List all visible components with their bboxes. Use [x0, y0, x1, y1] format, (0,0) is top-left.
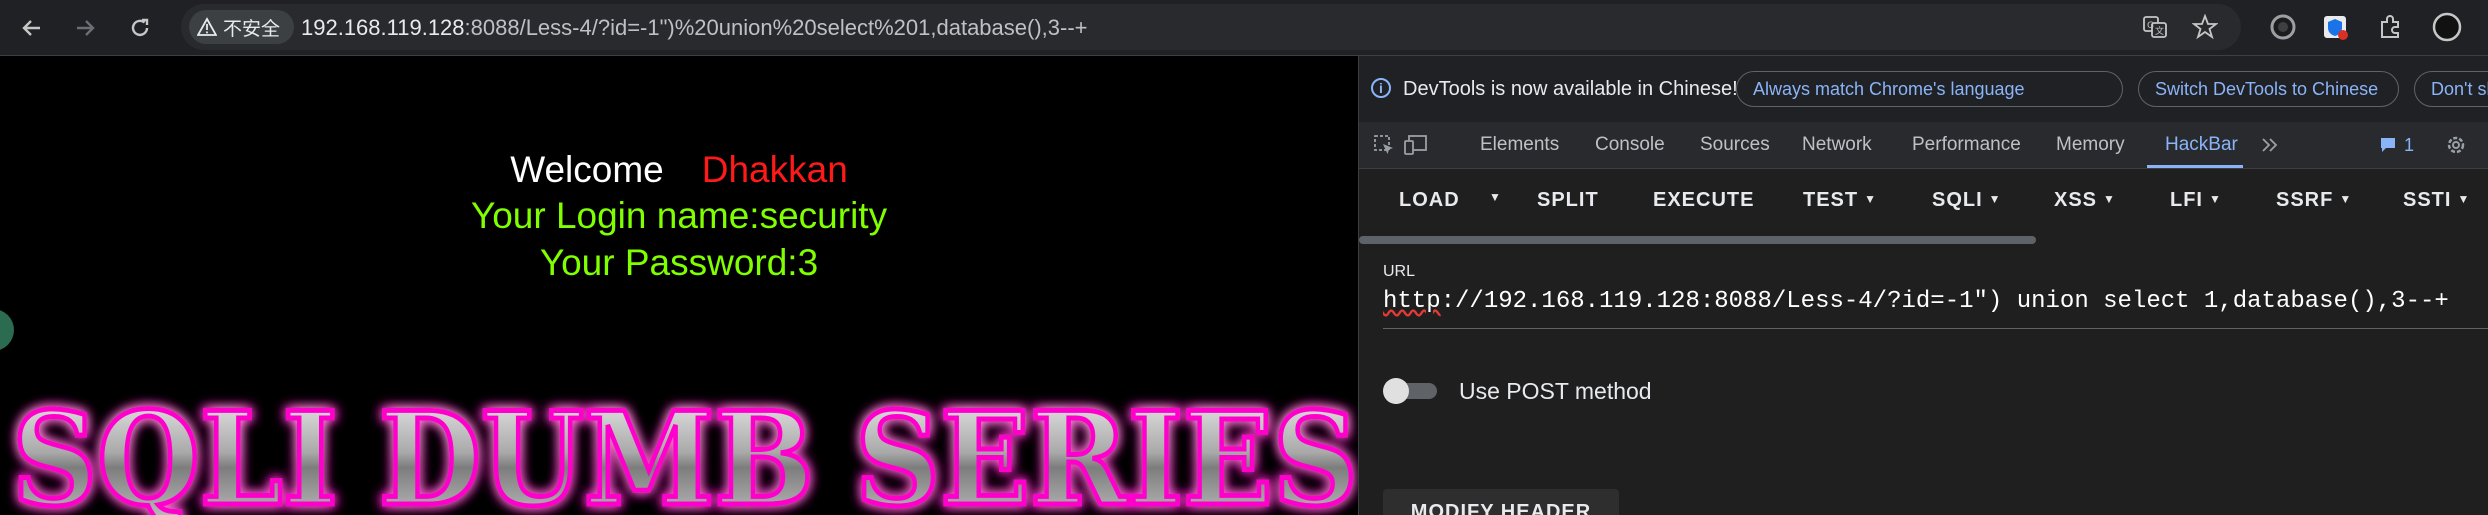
- url-host: 192.168.119.128: [301, 15, 465, 40]
- side-float-button[interactable]: [0, 309, 14, 351]
- security-label: 不安全: [223, 18, 281, 40]
- caret-down-icon: ▼: [1864, 192, 1878, 206]
- url-textarea[interactable]: http://192.168.119.128:8088/Less-4/?id=-…: [1383, 288, 2488, 315]
- url-field-label: URL: [1383, 263, 1416, 280]
- lfi-label: LFI: [2170, 189, 2203, 211]
- tab-network[interactable]: Network: [1802, 134, 1872, 156]
- warning-icon: [197, 17, 217, 36]
- tab-memory[interactable]: Memory: [2056, 134, 2125, 156]
- translate-icon[interactable]: G文: [2139, 11, 2171, 43]
- login-name-line: Your Login name:security: [470, 195, 888, 236]
- execute-button[interactable]: EXECUTE: [1653, 189, 1754, 212]
- issues-count: 1: [2403, 134, 2414, 155]
- address-text[interactable]: 192.168.119.128:8088/Less-4/?id=-1")%20u…: [301, 15, 1088, 41]
- reload-icon: [131, 18, 149, 37]
- password-line: Your Password:3: [539, 242, 819, 283]
- ssti-menu-button[interactable]: SSTI ▼: [2403, 189, 2470, 212]
- hackbar-scrollbar-thumb[interactable]: [1359, 236, 2036, 244]
- switch-to-chinese-button[interactable]: Switch DevTools to Chinese: [2138, 71, 2399, 107]
- infobar-message: DevTools is now available in Chinese!: [1403, 78, 1738, 100]
- issues-badge[interactable]: 1: [2371, 132, 2421, 158]
- extension-circle-icon[interactable]: [2266, 10, 2300, 44]
- tab-hackbar[interactable]: HackBar: [2165, 134, 2238, 156]
- info-icon: i: [1371, 78, 1391, 98]
- address-bar[interactable]: 不安全 192.168.119.128:8088/Less-4/?id=-1")…: [181, 4, 2241, 50]
- hackbar-toolbar: LOAD ▼ SPLIT EXECUTE TEST ▼ SQLI ▼ XSS ▼ LF…: [1359, 169, 2488, 233]
- welcome-line: Welcome Dhakkan: [0, 149, 1358, 191]
- xss-menu-button[interactable]: XSS ▼: [2054, 189, 2116, 212]
- post-method-toggle[interactable]: [1383, 378, 1441, 404]
- test-label: TEST: [1803, 189, 1859, 211]
- sqli-label: SQLI: [1932, 189, 1983, 211]
- ssti-label: SSTI: [2403, 189, 2452, 211]
- xss-label: XSS: [2054, 189, 2098, 211]
- split-button[interactable]: SPLIT: [1537, 189, 1599, 212]
- toggle-knob: [1383, 378, 1409, 404]
- caret-down-icon: ▼: [2457, 192, 2471, 206]
- tab-console[interactable]: Console: [1595, 134, 1665, 156]
- load-button[interactable]: LOAD: [1399, 189, 1460, 212]
- svg-text:G: G: [2147, 21, 2154, 31]
- svg-text:文: 文: [2155, 25, 2164, 37]
- ssrf-menu-button[interactable]: SSRF ▼: [2276, 189, 2352, 212]
- extensions-puzzle-icon[interactable]: [2373, 10, 2407, 44]
- profile-avatar[interactable]: [2430, 10, 2464, 44]
- ssrf-label: SSRF: [2276, 189, 2334, 211]
- tab-sources[interactable]: Sources: [1700, 134, 1770, 156]
- bookmark-star-icon[interactable]: [2189, 11, 2221, 43]
- load-dropdown-button[interactable]: ▼: [1483, 187, 1502, 210]
- settings-gear-icon[interactable]: [2443, 132, 2469, 158]
- url-field-underline: [1383, 328, 2488, 329]
- tab-elements[interactable]: Elements: [1480, 134, 1559, 156]
- test-menu-button[interactable]: TEST ▼: [1803, 189, 1877, 212]
- modify-header-button[interactable]: MODIFY HEADER: [1383, 489, 1619, 515]
- caret-down-icon: ▼: [1489, 190, 1502, 204]
- browser-toolbar: 不安全 192.168.119.128:8088/Less-4/?id=-1")…: [0, 0, 2488, 56]
- devtools-panel: i DevTools is now available in Chinese! …: [1358, 56, 2488, 515]
- url-scheme: http: [1383, 288, 1441, 315]
- caret-down-icon: ▼: [2339, 192, 2353, 206]
- always-match-language-button[interactable]: Always match Chrome's language: [1736, 71, 2123, 107]
- caret-down-icon: ▼: [2209, 192, 2222, 206]
- sqli-dumb-series-banner: SQLI DUMB SERIES: [10, 383, 1359, 515]
- post-method-label: Use POST method: [1459, 378, 1652, 404]
- active-tab-indicator: [2147, 165, 2243, 168]
- inspect-element-icon[interactable]: [1371, 132, 1397, 158]
- extension-shield-icon[interactable]: [2318, 10, 2352, 44]
- welcome-text: Welcome: [510, 149, 664, 190]
- tab-performance[interactable]: Performance: [1912, 134, 2021, 156]
- sqli-menu-button[interactable]: SQLI ▼: [1932, 189, 2002, 212]
- issues-message-icon: [2380, 138, 2395, 152]
- reload-button[interactable]: [120, 8, 160, 48]
- device-toolbar-icon[interactable]: [1403, 132, 1429, 158]
- web-page-viewport: Welcome Dhakkan Your Login name:security …: [0, 56, 1358, 515]
- forward-button[interactable]: [65, 8, 105, 48]
- welcome-name: Dhakkan: [701, 149, 848, 190]
- security-chip[interactable]: 不安全: [189, 10, 295, 44]
- back-button[interactable]: [12, 8, 52, 48]
- dont-show-again-button[interactable]: Don't show again: [2414, 71, 2488, 107]
- forward-arrow-icon: [77, 20, 95, 36]
- more-tabs-chevron-icon[interactable]: [2257, 132, 2283, 158]
- devtools-tab-bar: Elements Console Sources Network Perform…: [1359, 122, 2488, 169]
- banner-text: SQLI DUMB SERIES: [12, 385, 1358, 515]
- devtools-language-infobar: i DevTools is now available in Chinese! …: [1359, 56, 2488, 123]
- caret-down-icon: ▼: [1988, 192, 2002, 206]
- back-arrow-icon: [22, 20, 40, 36]
- lfi-menu-button[interactable]: LFI ▼: [2170, 189, 2222, 212]
- url-path: :8088/Less-4/?id=-1")%20union%20select%2…: [464, 15, 1088, 40]
- caret-down-icon: ▼: [2103, 192, 2116, 206]
- url-payload: ://192.168.119.128:8088/Less-4/?id=-1") …: [1440, 288, 2449, 315]
